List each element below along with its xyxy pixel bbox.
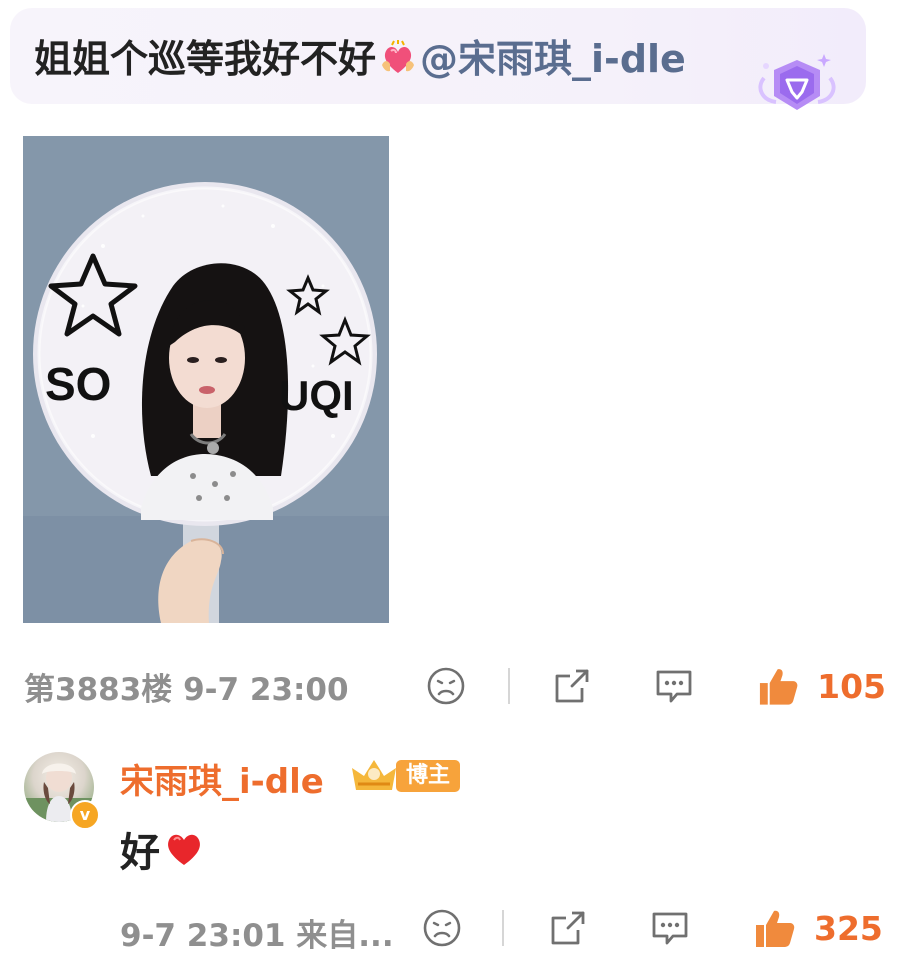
mention-link[interactable]: @宋雨琪_i-dle <box>420 34 686 84</box>
action-divider <box>502 910 504 946</box>
purple-gem-badge-icon <box>758 54 836 110</box>
reply-like-count: 325 <box>814 908 883 948</box>
share-icon <box>551 911 585 945</box>
comment-text: 姐姐个巡等我好不好 <box>34 37 377 81</box>
verified-icon: v <box>70 800 100 830</box>
floor-and-time: 第3883楼 9-7 23:00 <box>24 671 349 708</box>
heart-with-hands-icon <box>382 40 415 73</box>
comment-text-line: 姐姐个巡等我好不好 @宋雨琪_i-dle <box>34 34 686 84</box>
share-button[interactable] <box>550 664 594 708</box>
comment-bubble-icon <box>656 670 692 703</box>
reply-share-button[interactable] <box>546 906 590 950</box>
fan-photo-illustration: SO UQI <box>23 136 389 623</box>
reply-action-row: 9-7 23:01 来自... 325 <box>120 906 890 955</box>
reply-like-button[interactable]: 325 <box>752 906 888 950</box>
comment-bubble[interactable]: 姐姐个巡等我好不好 @宋雨琪_i-dle <box>10 8 866 110</box>
reply-author-name[interactable]: 宋雨琪_i-dle <box>120 754 324 803</box>
thumbs-up-icon <box>756 910 795 947</box>
reply-dislike-button[interactable] <box>420 906 464 950</box>
attached-photo[interactable]: SO UQI <box>23 136 389 623</box>
reply-body: 好 <box>120 820 206 878</box>
sad-face-icon <box>427 667 465 705</box>
share-icon <box>555 669 589 703</box>
fan-text-right: UQI <box>279 372 354 419</box>
comment-action-row: 第3883楼 9-7 23:00 105 <box>24 664 890 708</box>
blogger-tag: 博主 <box>396 760 460 792</box>
comment-bubble-icon <box>652 912 688 945</box>
thumbs-up-icon <box>759 669 798 705</box>
reply-text: 好 <box>120 830 160 876</box>
reply-time-source: 9-7 23:01 来自... <box>120 918 394 954</box>
dislike-button[interactable] <box>424 664 468 708</box>
reply-comment-button[interactable] <box>648 906 692 950</box>
sad-face-icon <box>423 909 461 947</box>
comment-button[interactable] <box>652 664 696 708</box>
like-count: 105 <box>817 666 886 706</box>
fan-text-left: SO <box>45 358 111 410</box>
action-divider <box>508 668 510 704</box>
red-heart-icon <box>168 834 200 865</box>
like-button[interactable]: 105 <box>756 664 886 708</box>
